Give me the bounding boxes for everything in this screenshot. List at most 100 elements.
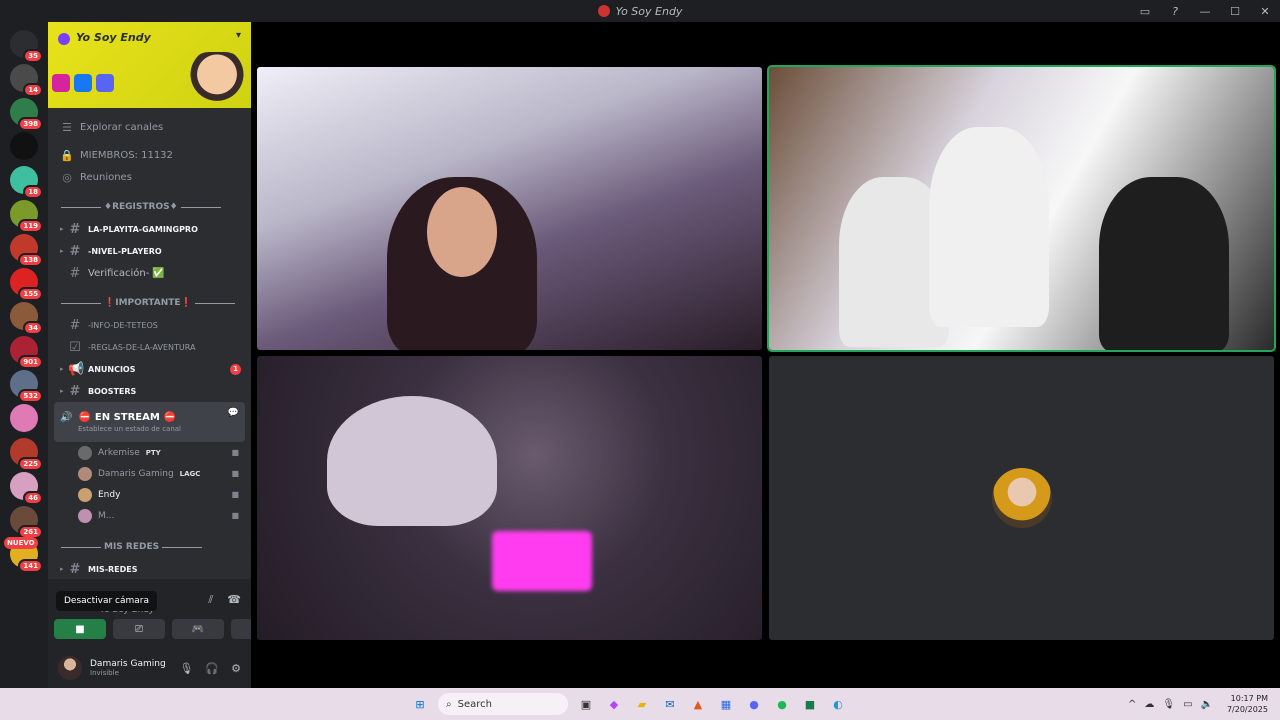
- chevron-down-icon[interactable]: ▾: [236, 30, 241, 41]
- chevron-right-icon: ▸: [60, 387, 64, 395]
- chevron-up-icon[interactable]: ^: [1128, 699, 1136, 710]
- server-banner[interactable]: Yo Soy Endy ▾: [48, 22, 251, 108]
- voice-user[interactable]: M... ■: [48, 505, 251, 526]
- server-icon[interactable]: 18: [10, 166, 43, 199]
- app-icon[interactable]: ▲: [688, 694, 708, 714]
- app-green-icon[interactable]: ■: [800, 694, 820, 714]
- voice-user[interactable]: Endy ■: [48, 484, 251, 505]
- hash-icon: #: [69, 221, 81, 237]
- server-badge: 18: [23, 185, 43, 199]
- voice-user-name: M...: [98, 510, 115, 521]
- user-panel: Damaris Gaming Invisible 🎙 🎧 ⚙: [48, 648, 251, 688]
- spotify-icon[interactable]: ●: [772, 694, 792, 714]
- disconnect-icon[interactable]: ☎: [227, 593, 241, 607]
- gear-icon[interactable]: ⚙: [231, 662, 241, 675]
- user-name: Damaris Gaming: [90, 659, 166, 669]
- voice-user[interactable]: Damaris Gaming LAGC ■: [48, 463, 251, 484]
- server-badge: 14: [23, 83, 43, 97]
- noise-suppression-icon[interactable]: ⫽: [208, 593, 213, 607]
- channel-misredes[interactable]: ▸ # MIS-REDES: [48, 558, 251, 580]
- channel-boosters[interactable]: ▸ # BOOSTERS: [48, 380, 251, 402]
- server-icon[interactable]: [10, 132, 38, 160]
- person-silhouette: [1099, 177, 1229, 350]
- channel-verificacion[interactable]: # Verificación- ✅: [48, 262, 251, 284]
- server-icon[interactable]: 119: [10, 200, 43, 233]
- maximize-button[interactable]: ☐: [1220, 5, 1250, 18]
- microphone-icon[interactable]: 🎙: [179, 662, 193, 675]
- cloud-icon[interactable]: ☁: [1144, 699, 1154, 710]
- server-icon[interactable]: [10, 404, 38, 432]
- server-badge: 34: [23, 321, 43, 335]
- channel-info[interactable]: # -INFO-DE-TETEOS: [48, 314, 251, 336]
- channel-label: -NIVEL-PLAYERO: [88, 246, 162, 256]
- channel-panel: Yo Soy Endy ▾ ☰ Explorar canales 🔒 MIEMBRO…: [48, 22, 283, 688]
- server-icon[interactable]: 901: [10, 336, 43, 369]
- server-badge: 35: [23, 49, 43, 63]
- server-icon[interactable]: 138: [10, 234, 43, 267]
- server-badge: 398: [18, 117, 43, 131]
- meetings-channel[interactable]: ◎ Reuniones: [48, 166, 251, 188]
- server-icon[interactable]: 14: [10, 64, 43, 97]
- members-channel[interactable]: 🔒 MIEMBROS: 11132: [48, 144, 251, 166]
- server-icon[interactable]: 398: [10, 98, 43, 131]
- mic-tray-icon[interactable]: 🎙: [1162, 699, 1175, 710]
- server-icon[interactable]: 532: [10, 370, 43, 403]
- minimize-button[interactable]: —: [1190, 5, 1220, 18]
- category-redes[interactable]: MIS REDES: [48, 536, 251, 558]
- category-registros[interactable]: ♦ REGISTROS ♦: [48, 196, 251, 218]
- chat-icon[interactable]: 💬: [228, 408, 239, 418]
- server-icon[interactable]: 261: [10, 506, 43, 539]
- voice-channel-stream[interactable]: 🔊 ⛔ EN STREAM ⛔ Establece un estado de cana…: [54, 402, 245, 442]
- server-icon[interactable]: 34: [10, 302, 43, 335]
- inbox-icon[interactable]: ▭: [1130, 5, 1160, 18]
- voice-user[interactable]: Arkemise PTY ■: [48, 442, 251, 463]
- channel-label: EN STREAM: [94, 411, 160, 423]
- help-icon[interactable]: ?: [1160, 5, 1190, 18]
- task-view-icon[interactable]: ▣: [576, 694, 596, 714]
- channel-playita[interactable]: ▸ # LA-PLAYITA-GAMINGPRO: [48, 218, 251, 240]
- avatar[interactable]: [58, 656, 82, 680]
- person-silhouette: [929, 127, 1049, 327]
- screen-share-button[interactable]: ⎚: [113, 619, 165, 639]
- server-name: Yo Soy Endy: [76, 31, 151, 44]
- camera-icon: ■: [231, 469, 239, 478]
- channel-nivel[interactable]: ▸ # -NIVEL-PLAYERO: [48, 240, 251, 262]
- taskbar-search[interactable]: ⌕ Search: [438, 693, 568, 715]
- windows-start-icon[interactable]: ⊞: [410, 694, 430, 714]
- edge-icon[interactable]: ◐: [828, 694, 848, 714]
- channel-status[interactable]: Establece un estado de canal: [78, 425, 245, 433]
- app-logo-icon: [597, 5, 610, 17]
- store-icon[interactable]: ▦: [716, 694, 736, 714]
- camera-button[interactable]: ■: [54, 619, 106, 639]
- category-importante[interactable]: ❗ IMPORTANTE ❗: [48, 292, 251, 314]
- camera-icon: ■: [231, 490, 239, 499]
- outlook-icon[interactable]: ✉: [660, 694, 680, 714]
- server-icon[interactable]: 225: [10, 438, 43, 471]
- divider: [61, 546, 101, 548]
- user-tag: LAGC: [179, 469, 201, 478]
- stage-icon: ◎: [62, 170, 72, 184]
- volume-icon[interactable]: 🔈: [1201, 699, 1213, 710]
- file-explorer-icon[interactable]: ▰: [632, 694, 652, 714]
- video-tile-3[interactable]: [257, 356, 762, 640]
- browse-channels[interactable]: ☰ Explorar canales: [48, 116, 251, 138]
- headphones-icon[interactable]: 🎧: [205, 662, 219, 675]
- channel-reglas[interactable]: ☑ -REGLAS-DE-LA-AVENTURA: [48, 336, 251, 358]
- neon-light: [492, 531, 592, 591]
- video-tile-1[interactable]: [257, 67, 762, 350]
- chevron-right-icon: ▸: [60, 247, 64, 255]
- channel-anuncios[interactable]: ▸ 📢 ANUNCIOS 1: [48, 358, 251, 380]
- title-bar: Yo Soy Endy ▭ ? — ☐ ✕: [0, 0, 1280, 22]
- copilot-icon[interactable]: ◆: [604, 694, 624, 714]
- close-button[interactable]: ✕: [1250, 5, 1280, 18]
- display-icon[interactable]: ▭: [1183, 699, 1192, 710]
- video-tile-2-active-speaker[interactable]: [767, 65, 1276, 352]
- home-button[interactable]: 35: [10, 30, 43, 63]
- clock[interactable]: 10:17 PM 7/20/2025: [1227, 693, 1268, 715]
- video-tile-4-no-video[interactable]: [769, 356, 1274, 640]
- activities-button[interactable]: 🎮: [172, 619, 224, 639]
- time-label: 10:17 PM: [1230, 694, 1268, 703]
- server-icon[interactable]: 155: [10, 268, 43, 301]
- discord-taskbar-icon[interactable]: ●: [744, 694, 764, 714]
- server-icon[interactable]: 46: [10, 472, 43, 505]
